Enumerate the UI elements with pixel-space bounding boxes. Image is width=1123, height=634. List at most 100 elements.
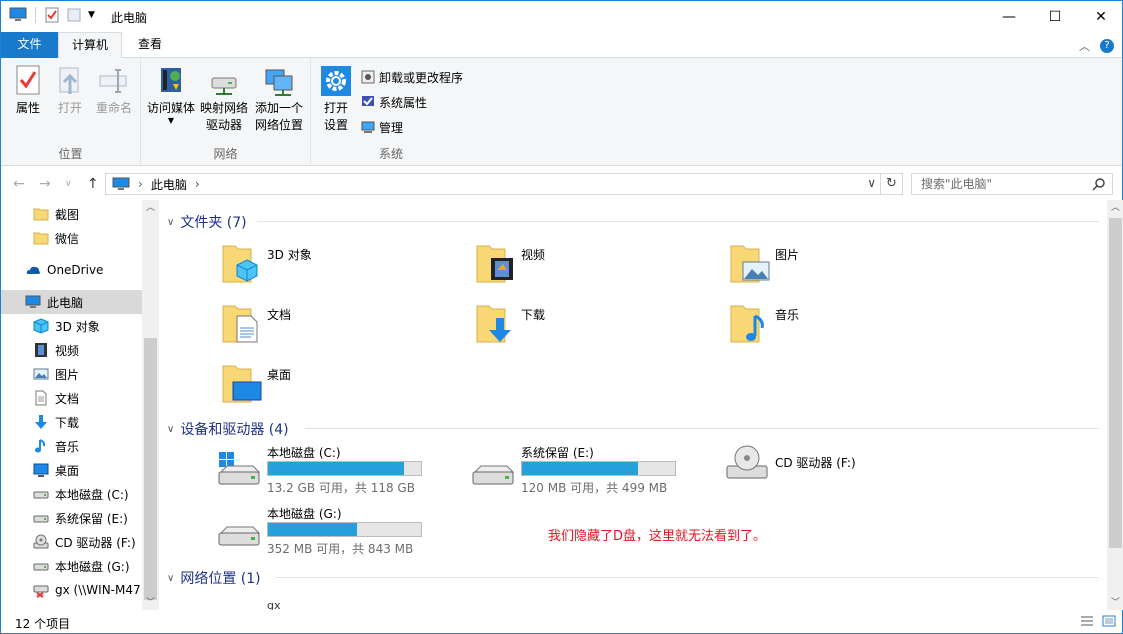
folder-item[interactable]: 音乐 <box>729 300 949 352</box>
drive-item[interactable]: 本地磁盘 (G:) 352 MB 可用，共 843 MB <box>217 505 457 561</box>
scroll-up-icon[interactable]: ︿ <box>1107 200 1123 213</box>
collapse-ribbon-icon[interactable]: ︿ <box>1079 38 1090 54</box>
details-view-icon[interactable] <box>1080 615 1094 627</box>
maximize-button[interactable]: ☐ <box>1032 1 1078 32</box>
back-arrow-icon[interactable]: ← <box>13 176 25 192</box>
nav-item[interactable]: CD 驱动器 (F:) <box>1 530 143 554</box>
network-item-partial[interactable]: gx <box>267 602 281 610</box>
nav-item[interactable]: 桌面 <box>1 458 143 482</box>
3d-objects-icon <box>221 240 265 284</box>
drive-item[interactable]: CD 驱动器 (F:) <box>725 444 965 500</box>
nav-item[interactable]: OneDrive <box>1 258 143 282</box>
collapse-chevron-icon[interactable]: ∨ <box>167 424 174 435</box>
scroll-down-icon[interactable]: ﹀ <box>142 595 159 608</box>
tab-computer[interactable]: 计算机 <box>58 32 122 59</box>
breadcrumb-separator-icon[interactable]: › <box>138 177 143 191</box>
nav-item[interactable]: gx (\\WIN-M47 <box>1 578 143 602</box>
map-network-drive-icon <box>211 77 237 95</box>
drive-free-space: 352 MB 可用，共 843 MB <box>267 542 414 556</box>
section-network-title: 网络位置 (1) <box>180 571 261 587</box>
collapse-chevron-icon[interactable]: ∨ <box>167 217 174 228</box>
computer-icon <box>112 177 130 190</box>
recent-locations-icon[interactable]: ∨ <box>65 179 72 189</box>
section-network-header[interactable]: ∨ 网络位置 (1) <box>167 568 261 588</box>
manage-button[interactable]: 管理 <box>361 117 403 137</box>
up-arrow-icon[interactable]: ↑ <box>87 176 99 192</box>
ribbon-tabs: 文件 计算机 查看 ︿ ? <box>1 32 1122 59</box>
drive-item[interactable]: 本地磁盘 (C:) 13.2 GB 可用，共 118 GB <box>217 444 457 500</box>
scroll-down-icon[interactable]: ﹀ <box>1107 595 1123 608</box>
folder-item[interactable]: 下载 <box>475 300 695 352</box>
nav-item-label: 本地磁盘 (G:) <box>55 559 130 574</box>
nav-item[interactable]: 文档 <box>1 386 143 410</box>
tab-file[interactable]: 文件 <box>1 32 58 58</box>
rename-button[interactable]: 重命名 <box>89 64 139 117</box>
nav-item-label: 视频 <box>55 343 80 358</box>
nav-item-label: CD 驱动器 (F:) <box>55 535 136 550</box>
nav-item[interactable]: 下载 <box>1 410 143 434</box>
section-devices-header[interactable]: ∨ 设备和驱动器 (4) <box>167 419 289 439</box>
folder-item[interactable]: 3D 对象 <box>221 240 441 292</box>
nav-scrollbar[interactable]: ︿ ﹀ <box>142 200 159 610</box>
search-icon[interactable] <box>1092 177 1106 191</box>
add-network-location-button[interactable]: 添加一个 网络位置 <box>251 64 307 134</box>
forward-arrow-icon[interactable]: → <box>39 176 51 192</box>
nav-item[interactable]: 3D 对象 <box>1 314 143 338</box>
nav-item[interactable]: 本地磁盘 (C:) <box>1 482 143 506</box>
group-label-network: 网络 <box>213 147 238 161</box>
drive-item[interactable]: 系统保留 (E:) 120 MB 可用，共 499 MB <box>471 444 711 500</box>
search-input[interactable]: 搜索"此电脑" <box>911 173 1113 195</box>
drive-usage-fill <box>522 462 639 475</box>
music-icon <box>729 300 773 344</box>
address-bar[interactable]: › 此电脑 › ∨ <box>105 173 881 195</box>
nav-item-label: OneDrive <box>47 263 104 277</box>
nav-item[interactable]: 截图 <box>1 202 143 226</box>
tab-view[interactable]: 查看 <box>122 32 178 58</box>
folder-label: 桌面 <box>267 368 292 382</box>
folder-label: 下载 <box>521 308 546 322</box>
address-dropdown-icon[interactable]: ∨ <box>867 176 876 190</box>
nav-item[interactable]: 视频 <box>1 338 143 362</box>
nav-item-label: 此电脑 <box>47 295 84 310</box>
section-folders-header[interactable]: ∨ 文件夹 (7) <box>167 212 247 232</box>
folder-label: 音乐 <box>775 308 800 322</box>
open-button[interactable]: 打开 <box>45 64 95 117</box>
system-properties-button[interactable]: 系统属性 <box>361 92 427 112</box>
nav-item[interactable]: 此电脑 <box>1 290 143 314</box>
close-button[interactable]: ✕ <box>1078 1 1123 32</box>
folder-item[interactable]: 视频 <box>475 240 695 292</box>
nav-item[interactable]: 音乐 <box>1 434 143 458</box>
folder-item[interactable]: 图片 <box>729 240 949 292</box>
navigation-pane: 截图微信 OneDrive 此电脑 3D 对象视频图片 文档下载音乐 桌面 本地磁盘 (C:… <box>1 200 159 610</box>
collapse-chevron-icon[interactable]: ∨ <box>167 573 174 584</box>
nav-item[interactable]: 系统保留 (E:) <box>1 506 143 530</box>
nav-item[interactable]: 本地磁盘 (G:) <box>1 554 143 578</box>
folder-item[interactable]: 文档 <box>221 300 441 352</box>
nav-item-label: 截图 <box>55 207 80 222</box>
refresh-button[interactable]: ↻ <box>881 173 903 195</box>
qat-dropdown-icon[interactable]: ▼ <box>88 10 95 20</box>
nav-item-label: 下载 <box>55 415 80 430</box>
nav-item[interactable]: 图片 <box>1 362 143 386</box>
title-bar: ▼ 此电脑 — ☐ ✕ <box>1 1 1122 32</box>
open-icon <box>59 67 79 94</box>
map-network-drive-button[interactable]: 映射网络 驱动器 <box>197 64 251 134</box>
open-settings-button[interactable]: 打开 设置 <box>311 64 361 134</box>
large-icons-view-icon[interactable] <box>1102 615 1116 627</box>
folder-item[interactable]: 桌面 <box>221 360 441 412</box>
minimize-button[interactable]: — <box>986 1 1032 32</box>
content-scrollbar[interactable]: ︿ ﹀ <box>1107 200 1123 610</box>
section-divider <box>275 577 1099 578</box>
help-icon[interactable]: ? <box>1100 39 1114 53</box>
breadcrumb-chevron-icon[interactable]: › <box>195 177 200 191</box>
access-media-button[interactable]: 访问媒体 ▼ <box>145 64 197 125</box>
scroll-up-icon[interactable]: ︿ <box>142 200 159 213</box>
properties-icon[interactable] <box>44 7 60 23</box>
nav-item[interactable]: 微信 <box>1 226 143 250</box>
breadcrumb-this-pc[interactable]: 此电脑 <box>151 176 187 193</box>
nav-scroll-thumb[interactable] <box>144 338 157 600</box>
content-scroll-thumb[interactable] <box>1109 218 1122 548</box>
map-network-drive-label: 映射网络 驱动器 <box>199 101 248 132</box>
new-folder-icon[interactable] <box>66 7 82 23</box>
uninstall-programs-button[interactable]: 卸载或更改程序 <box>361 67 463 87</box>
